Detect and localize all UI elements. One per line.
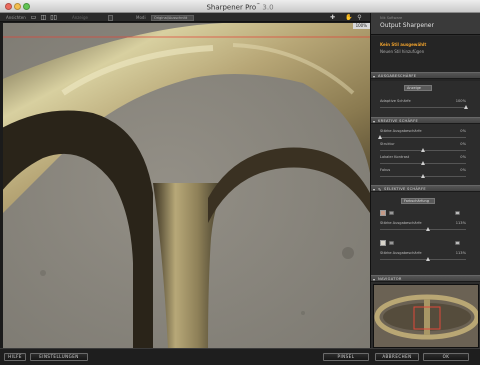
title-bar: Sharpener Pro™ 3.0 <box>0 0 480 13</box>
selective-mode-select[interactable]: Farbschärfung <box>401 198 435 204</box>
creative-slider-thumb[interactable] <box>421 148 425 152</box>
zoom-level-badge: 100% <box>352 23 370 29</box>
view-mode-value: Original/Ausschnitt <box>154 15 188 20</box>
side-by-side-view-icon[interactable]: ▯▯ <box>50 14 57 21</box>
section-selective-title: SELEKTIVE SCHÄRFE <box>384 187 426 191</box>
brand-main: Output Sharpener <box>380 22 434 29</box>
view-toolbar: Ansichten ▭ ◫ ▯▯ Anzeige Modi Original/A… <box>0 13 370 22</box>
creative-slider[interactable] <box>380 137 466 138</box>
settings-button[interactable]: EINSTELLUNGEN <box>30 353 88 361</box>
collapse-triangle-icon: ▾ <box>373 186 376 192</box>
collapse-triangle-icon: ▾ <box>373 118 376 124</box>
creative-row-value: 0% <box>460 142 466 146</box>
section-creative-title: KREATIVE SCHÄRFE <box>378 119 419 123</box>
brand-small: Nik Software <box>380 16 403 20</box>
footer-bar: HILFE EINSTELLUNGEN PINSEL ABBRECHEN OK <box>0 348 480 365</box>
delete-color-icon[interactable] <box>455 211 460 215</box>
selective-slider-thumb[interactable] <box>426 227 431 231</box>
creative-slider-thumb[interactable] <box>378 135 382 139</box>
ok-button[interactable]: OK <box>423 353 469 361</box>
eyedropper-icon[interactable] <box>389 241 394 245</box>
single-view-icon[interactable]: ▭ <box>30 14 37 21</box>
split-view-icon[interactable]: ◫ <box>40 14 47 21</box>
control-panel: Nik Software Output Sharpener Kein Stil … <box>370 13 480 352</box>
section-creative-sharpening[interactable]: ▾ KREATIVE SCHÄRFE <box>371 117 480 124</box>
creative-row-value: 0% <box>460 155 466 159</box>
view-mode-select[interactable]: Original/Ausschnitt <box>151 14 194 21</box>
adaptive-sharpening-label: Adaptive Schärfe <box>380 99 411 103</box>
section-output-title: AUSGABESCHÄRFE <box>378 74 417 78</box>
view-mode-label: Modi <box>136 15 146 20</box>
selective-row-value: 113% <box>455 251 466 255</box>
adaptive-sharpening-value: 100% <box>455 99 466 103</box>
help-button[interactable]: HILFE <box>4 353 26 361</box>
creative-row-label: Lokaler Kontrast <box>380 155 410 159</box>
creative-row-label: Fokus <box>380 168 391 172</box>
creative-row-label: Stärke Ausgabeschärfe <box>380 129 422 133</box>
selective-row-label: Stärke Ausgabeschärfe <box>380 251 422 255</box>
creative-slider-thumb[interactable] <box>421 174 425 178</box>
selective-mode-value: Farbschärfung <box>404 199 429 203</box>
app-title: Sharpener Pro™ 3.0 <box>206 2 274 12</box>
minimize-window-button[interactable] <box>14 3 21 10</box>
section-navigator-title: NAVIGATOR <box>378 277 402 281</box>
metal-object-photo <box>3 23 370 348</box>
preset-selected[interactable]: Kein Stil ausgewählt <box>380 42 426 47</box>
section-output-sharpening[interactable]: ▾ AUSGABESCHÄRFE <box>371 72 480 79</box>
section-navigator[interactable]: ▾ NAVIGATOR <box>371 275 480 282</box>
eyedropper-icon[interactable] <box>389 211 394 215</box>
output-method-select[interactable]: Anzeige <box>404 85 432 91</box>
creative-row-label: Struktur <box>380 142 395 146</box>
zoom-window-button[interactable] <box>23 3 30 10</box>
color-swatch[interactable] <box>380 210 386 216</box>
image-preview[interactable]: 100% <box>3 23 370 348</box>
scale-label: Anzeige <box>72 15 88 20</box>
selective-slider[interactable] <box>380 229 466 230</box>
brush-button[interactable]: PINSEL <box>323 353 369 361</box>
selective-row-label: Stärke Ausgabeschärfe <box>380 221 422 225</box>
selective-row-value: 113% <box>455 221 466 225</box>
navigator-image <box>374 285 478 347</box>
output-method-value: Anzeige <box>407 86 421 90</box>
scale-checkbox[interactable] <box>108 14 113 21</box>
delete-color-icon[interactable] <box>455 241 460 245</box>
brush-icon: ✎ <box>378 186 382 192</box>
creative-row-value: 0% <box>460 168 466 172</box>
zoom-tool-icon[interactable]: ⚲ <box>356 14 363 21</box>
creative-slider-thumb[interactable] <box>421 161 425 165</box>
view-label: Ansichten <box>6 15 26 20</box>
color-swatch[interactable] <box>380 240 386 246</box>
hand-tool-icon[interactable]: ✋ <box>345 14 352 21</box>
collapse-triangle-icon: ▾ <box>373 73 376 79</box>
adaptive-sharpening-thumb[interactable] <box>464 105 468 109</box>
close-window-button[interactable] <box>5 3 12 10</box>
cancel-button[interactable]: ABBRECHEN <box>375 353 419 361</box>
section-selective-sharpening[interactable]: ▾ ✎ SELEKTIVE SCHÄRFE <box>371 185 480 192</box>
collapse-triangle-icon: ▾ <box>373 276 376 282</box>
panel-header: Nik Software Output Sharpener <box>371 13 480 35</box>
navigator-thumbnail[interactable] <box>373 284 479 348</box>
creative-row-value: 0% <box>460 129 466 133</box>
add-preset-button[interactable]: Neuen Stil hinzufügen <box>380 49 424 54</box>
adaptive-sharpening-slider[interactable] <box>380 107 466 108</box>
selective-slider[interactable] <box>380 259 466 260</box>
loupe-icon[interactable]: ✚ <box>329 14 336 21</box>
selective-slider-thumb[interactable] <box>426 257 431 261</box>
